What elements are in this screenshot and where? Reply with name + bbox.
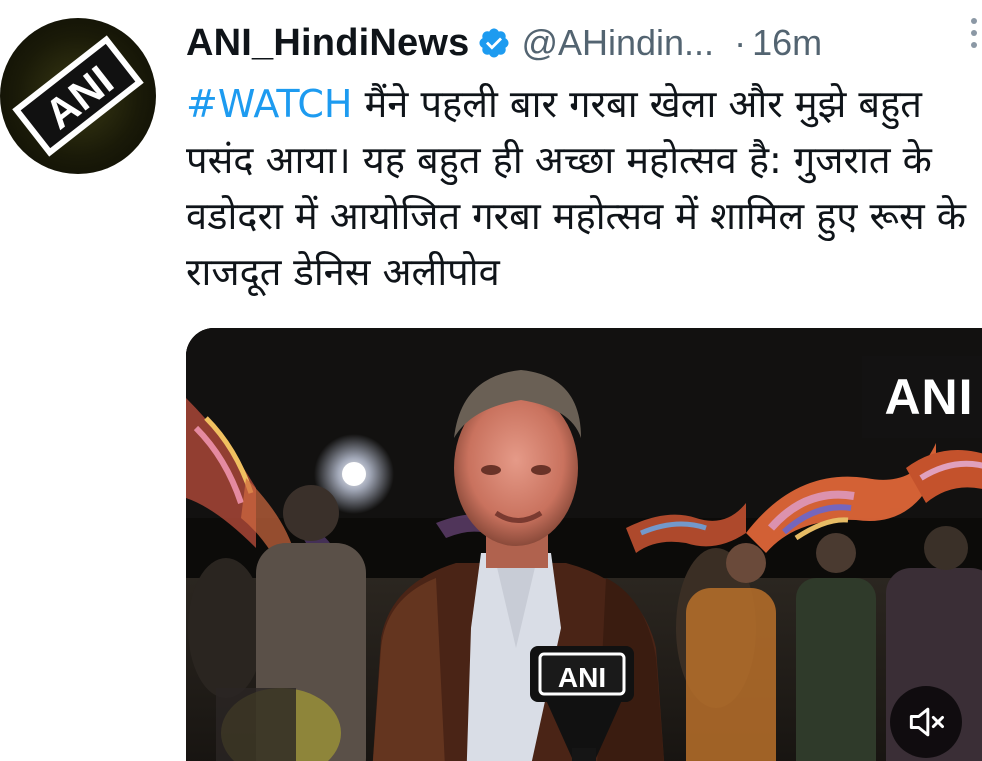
tweet[interactable]: ANI ANI_HindiNews @AHindin... · 16m #WAT…: [0, 0, 982, 761]
channel-watermark: ANI: [862, 356, 982, 438]
tweet-header: ANI_HindiNews @AHindin... · 16m: [186, 18, 822, 68]
verified-badge-icon: [479, 28, 509, 58]
more-vertical-icon: [971, 18, 977, 24]
header-separator: ·: [734, 22, 747, 63]
more-options-button[interactable]: [966, 14, 982, 62]
display-name[interactable]: ANI_HindiNews: [186, 22, 469, 65]
unmute-button[interactable]: [890, 686, 962, 758]
author-handle[interactable]: @AHindin...: [521, 22, 714, 64]
author-avatar[interactable]: ANI: [0, 18, 156, 174]
mic-flag-text: ANI: [558, 662, 606, 693]
video-player[interactable]: ANI ANI: [186, 328, 982, 761]
tweet-text: #WATCH मैंने पहली बार गरबा खेला और मुझे …: [186, 76, 972, 300]
timestamp[interactable]: 16m: [752, 22, 822, 64]
hashtag-link[interactable]: #WATCH: [186, 82, 352, 126]
speaker-muted-icon: [909, 707, 944, 737]
watermark-text: ANI: [884, 369, 974, 425]
ani-logo-icon: ANI: [12, 35, 144, 157]
